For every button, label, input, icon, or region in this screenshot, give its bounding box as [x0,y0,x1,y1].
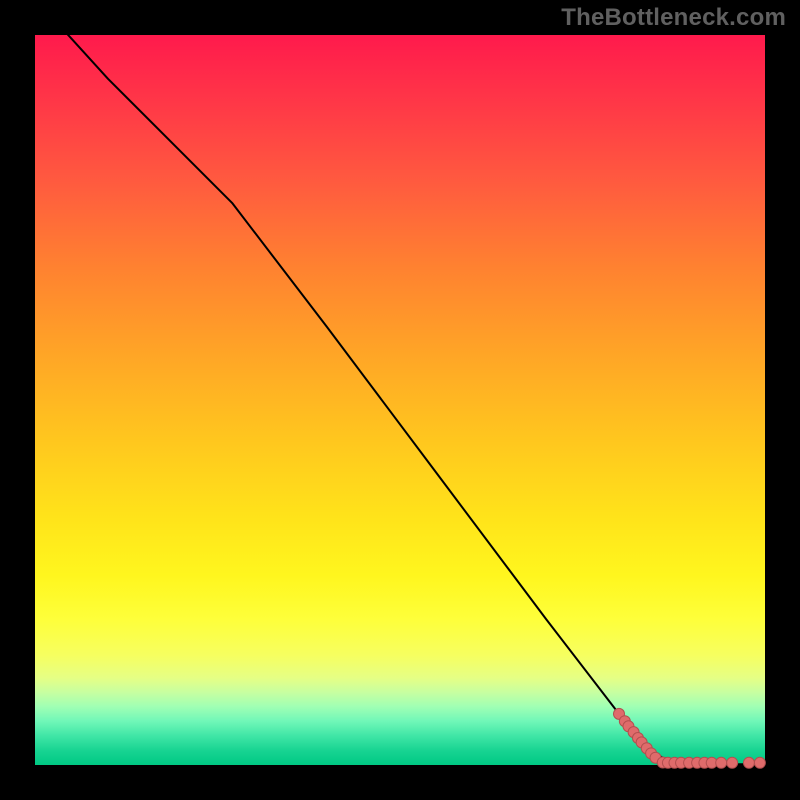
chart-overlay [35,35,765,765]
data-points-group [614,708,766,768]
data-point [754,757,765,768]
data-point [727,757,738,768]
chart-frame: TheBottleneck.com [0,0,800,800]
bottleneck-curve [35,0,765,764]
data-point [716,757,727,768]
watermark-text: TheBottleneck.com [561,4,786,32]
data-point [743,757,754,768]
